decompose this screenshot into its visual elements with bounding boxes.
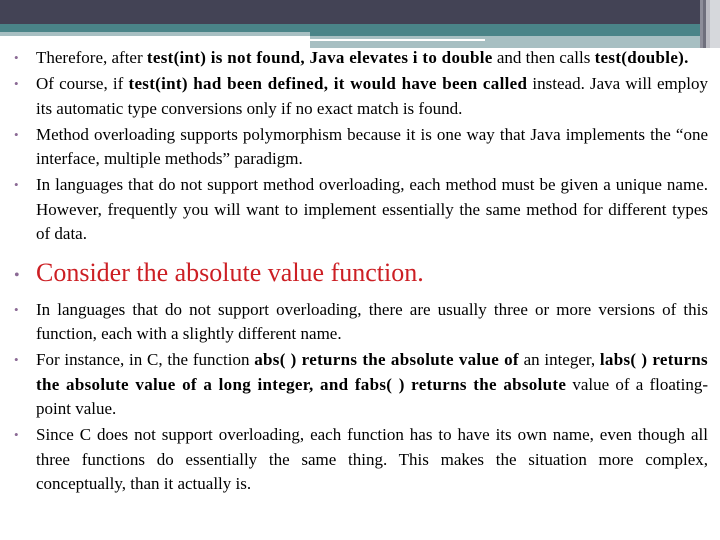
bold-text-segment: test(int) had been defined, it would hav…	[128, 74, 528, 93]
bullet-dot-icon: •	[14, 427, 19, 442]
text-segment: In languages that do not support method …	[36, 175, 708, 243]
bullet-item: • In languages that do not support method…	[14, 173, 708, 247]
text-segment: Since C does not support overloading, ea…	[36, 425, 708, 493]
bullet-dot-icon: •	[14, 126, 19, 142]
decorative-vertical-bar	[710, 0, 720, 48]
bullet-item: • In languages that do not support overlo…	[14, 298, 708, 347]
text-segment: In languages that do not support overloa…	[36, 299, 708, 344]
bullet-item: • Of course, if test(int) had been define…	[14, 72, 708, 121]
bullet-dot-icon: •	[14, 301, 19, 317]
bullet-item: • Therefore, after test(int) is not found…	[14, 46, 708, 71]
text-segment: Method overloading supports polymorphism…	[36, 124, 708, 169]
bullet-dot-icon: •	[14, 50, 19, 65]
header-light-band-right	[310, 36, 700, 48]
bullet-list: • Therefore, after test(int) is not found…	[14, 46, 708, 498]
bullet-dot-icon: •	[14, 266, 20, 284]
bold-text-segment: test(double).	[594, 48, 689, 67]
bullet-dot-icon: •	[14, 177, 19, 192]
bullet-dot-icon: •	[14, 76, 19, 91]
text-segment: and then calls	[492, 48, 595, 67]
text-segment: Consider the absolute value function.	[36, 257, 424, 287]
text-segment: Of course, if	[36, 74, 129, 93]
text-segment: For instance, in C, the function	[36, 350, 255, 369]
text-segment: Therefore, after	[36, 48, 147, 67]
bullet-item: • Method overloading supports polymorphis…	[14, 123, 708, 172]
bullet-item: • Since C does not support overloading, e…	[14, 423, 708, 497]
header-accent-line	[310, 39, 485, 41]
highlight-bullet-item: • Consider the absolute value function.	[14, 256, 708, 290]
bullet-item: • For instance, in C, the function abs( )…	[14, 348, 708, 422]
text-segment: an integer,	[518, 350, 600, 369]
bullet-dot-icon: •	[14, 352, 19, 367]
bold-text-segment: abs( ) returns the absolute value of	[254, 350, 519, 369]
bold-text-segment: test(int) is not found, Java elevates i …	[146, 48, 493, 67]
title-overlap-mask	[0, 0, 300, 24]
